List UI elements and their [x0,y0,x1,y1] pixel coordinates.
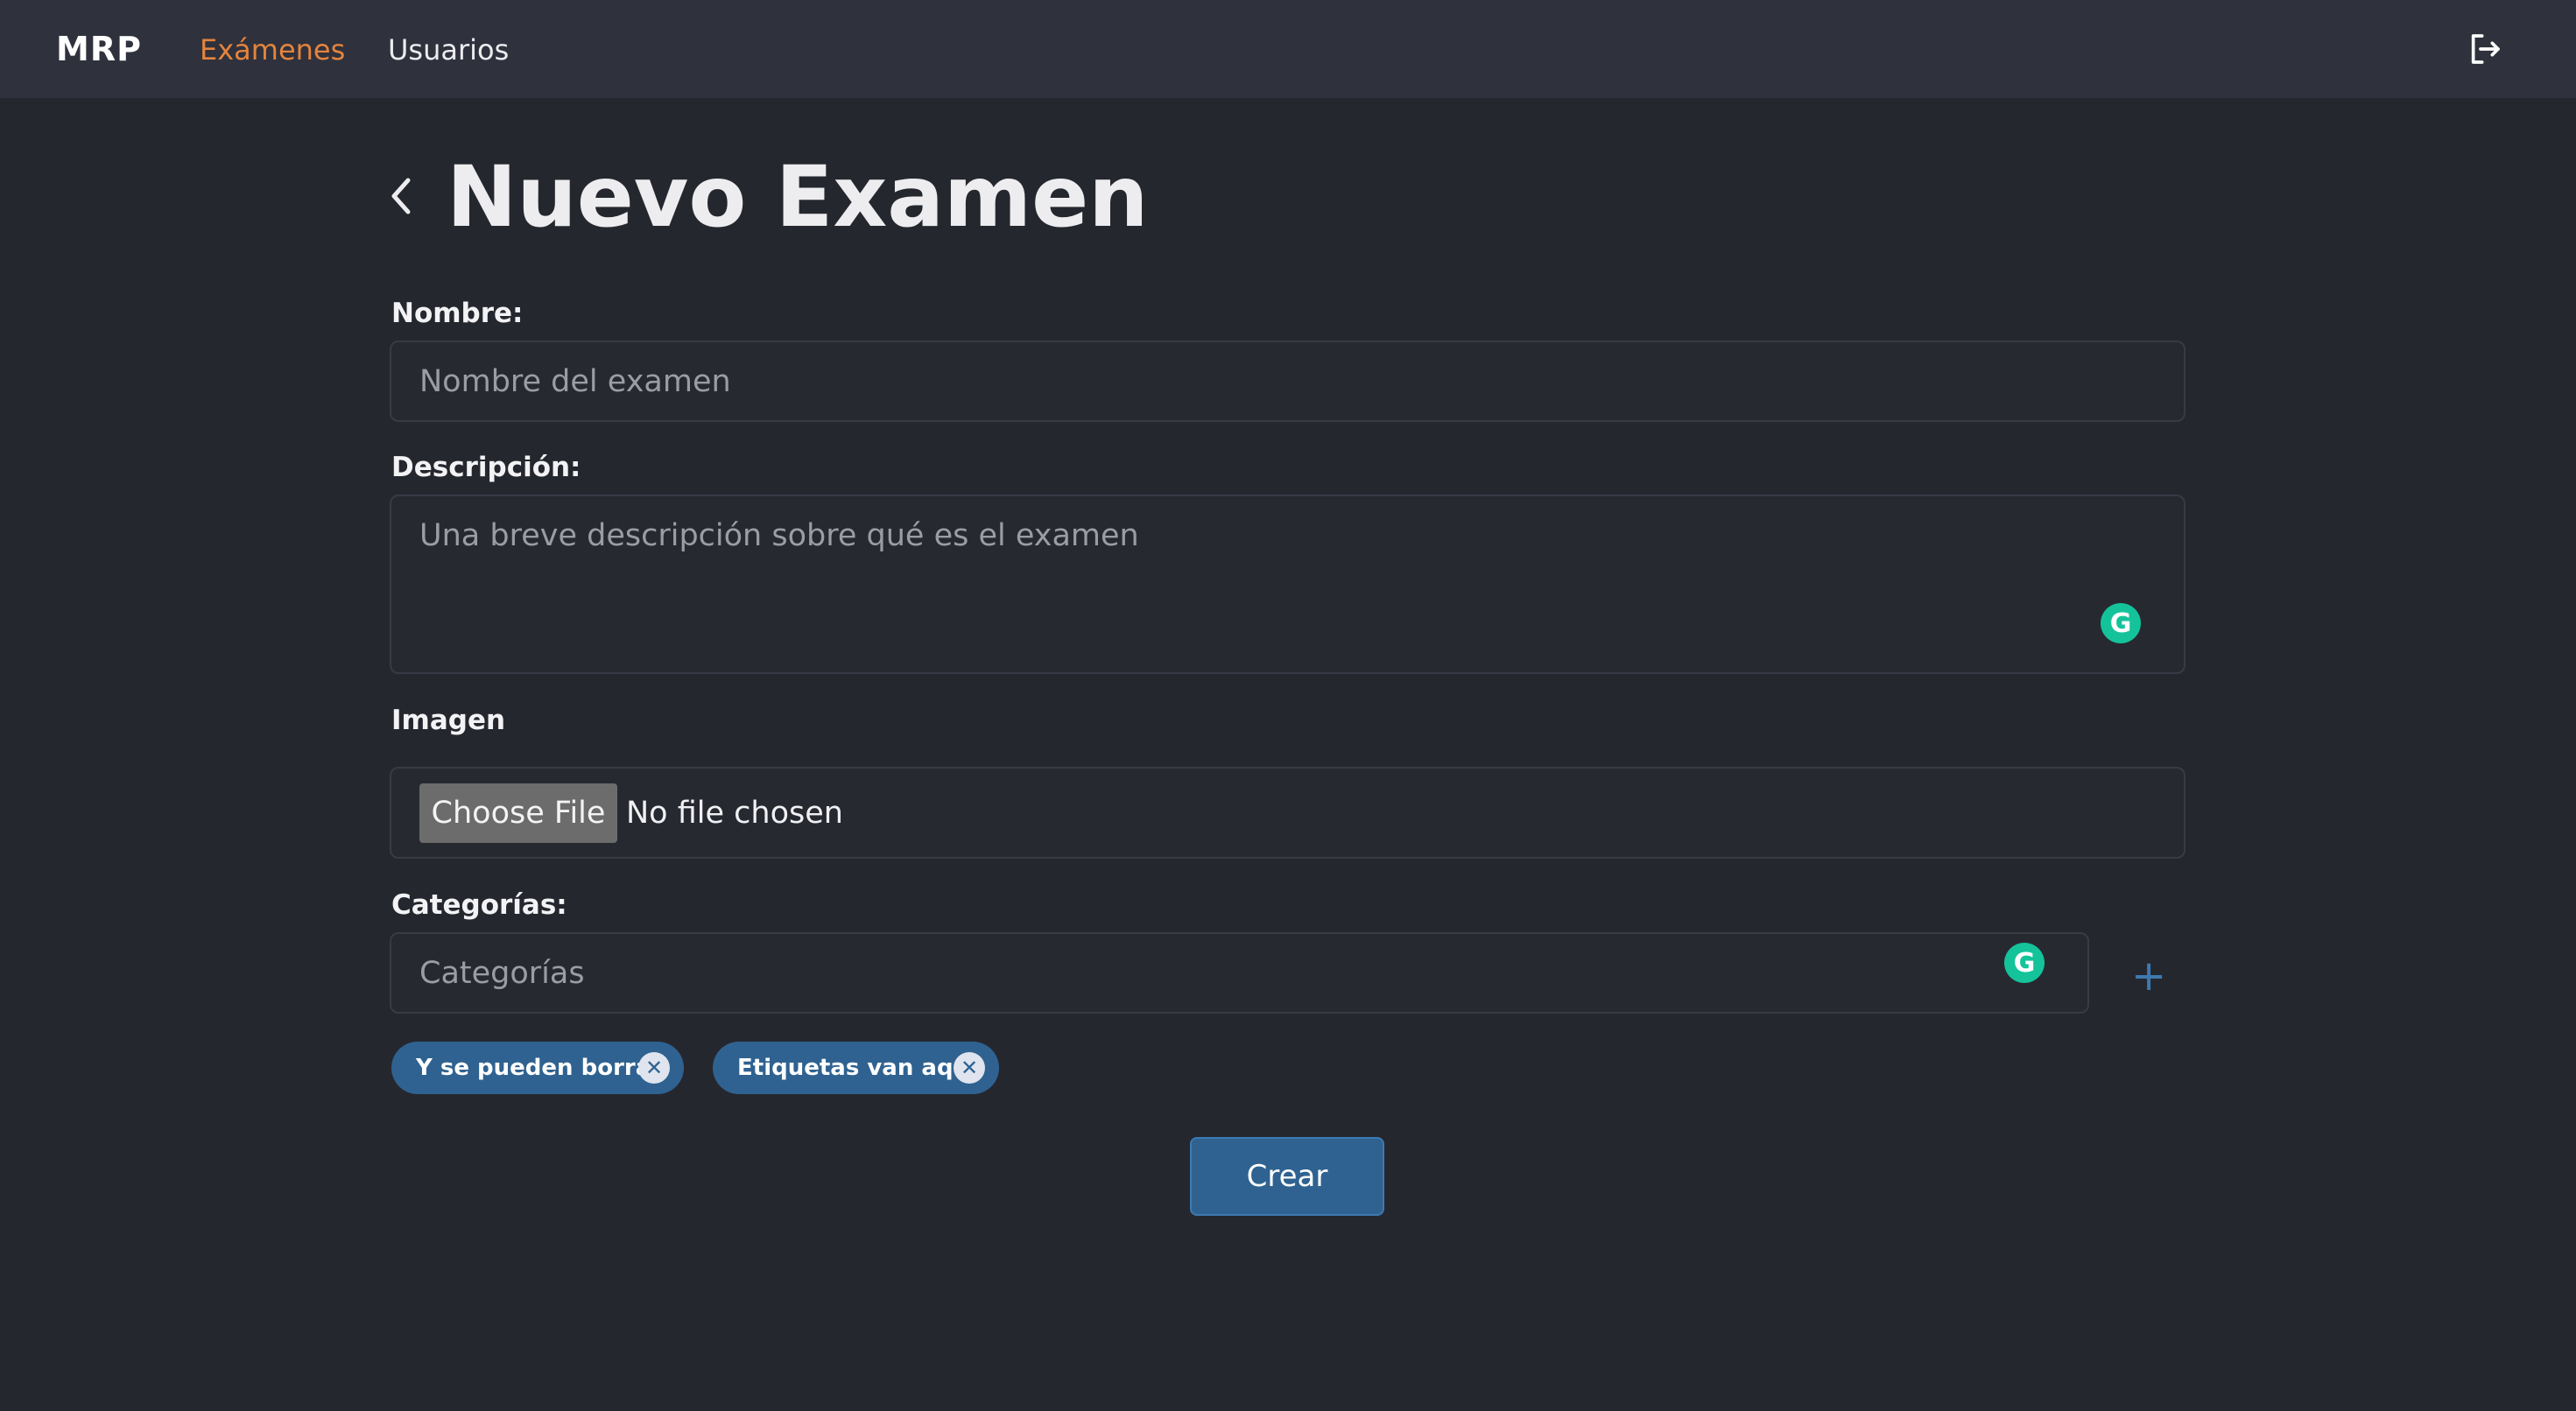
file-status: No file chosen [626,796,843,831]
remove-tag-icon[interactable]: ✕ [638,1052,670,1084]
descripcion-label: Descripción: [391,452,581,483]
chevron-left-icon[interactable] [385,172,417,221]
descripcion-textarea[interactable] [390,495,2185,674]
categorias-label: Categorías: [391,889,567,921]
nav-link-examenes[interactable]: Exámenes [200,33,345,67]
top-navbar: MRP Exámenes Usuarios [0,0,2576,98]
logout-icon[interactable] [2467,32,2502,67]
grammarly-icon[interactable]: G [2004,943,2045,983]
tag-label: Y se pueden borrar [416,1055,663,1081]
page-title: Nuevo Examen [447,148,1149,246]
image-file-input: Choose File No file chosen [390,767,2185,859]
tag-label: Etiquetas van aquí [737,1055,977,1081]
category-tag: Y se pueden borrar ✕ [391,1042,684,1094]
brand-logo[interactable]: MRP [56,30,142,68]
nav-link-usuarios[interactable]: Usuarios [388,33,509,67]
add-category-button[interactable]: + [2131,954,2166,998]
choose-file-button[interactable]: Choose File [419,783,617,843]
categorias-input[interactable] [390,932,2089,1014]
grammarly-icon[interactable]: G [2101,603,2141,643]
category-tag: Etiquetas van aquí ✕ [713,1042,999,1094]
nombre-input[interactable] [390,340,2185,422]
imagen-label: Imagen [391,705,506,736]
nombre-label: Nombre: [391,298,524,329]
crear-button[interactable]: Crear [1190,1137,1384,1216]
remove-tag-icon[interactable]: ✕ [954,1052,985,1084]
